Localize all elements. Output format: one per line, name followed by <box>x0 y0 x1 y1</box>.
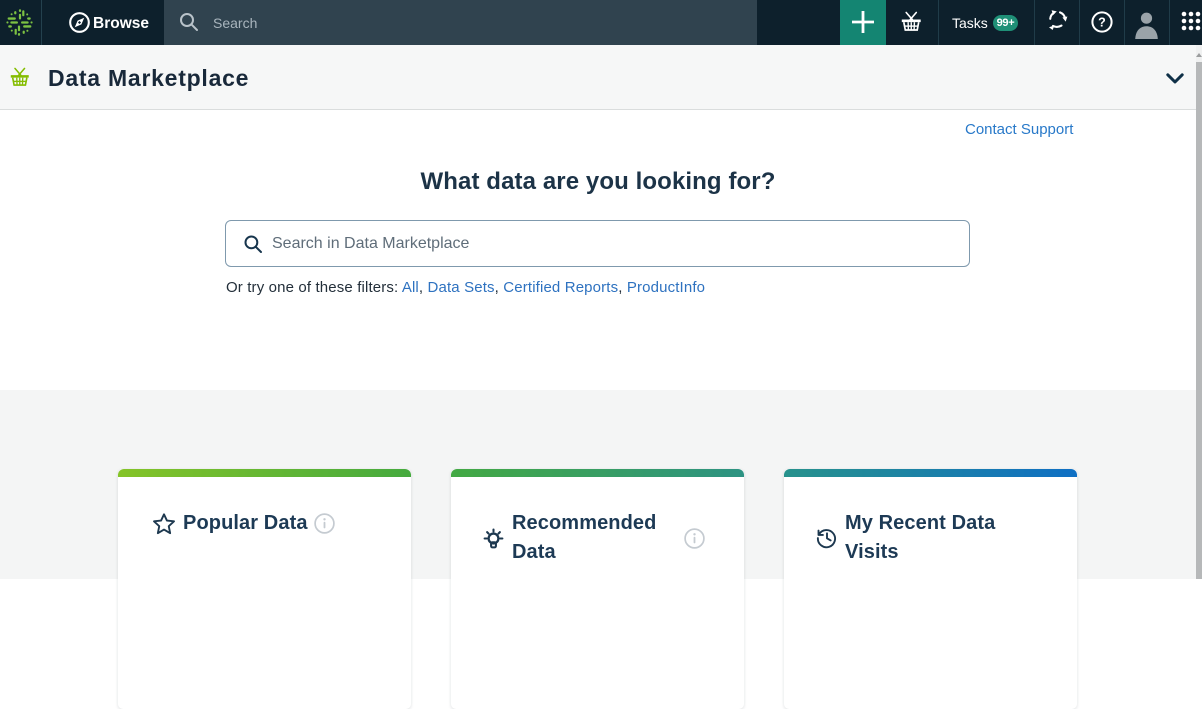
svg-text:?: ? <box>1098 15 1106 29</box>
